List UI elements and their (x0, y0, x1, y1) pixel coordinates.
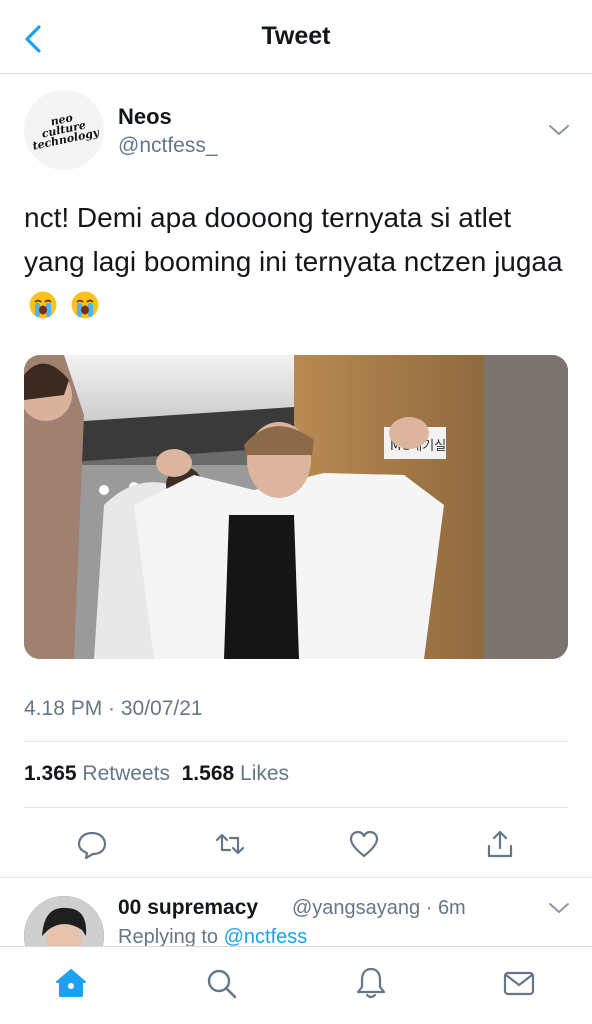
likes-stat[interactable]: 1.568 Likes (182, 762, 289, 785)
tweet-body: nct! Demi apa doooong ternyata si atlet … (24, 202, 563, 277)
likes-label: Likes (240, 762, 290, 785)
chevron-down-icon[interactable] (546, 120, 572, 140)
loudly-crying-face-icon (71, 291, 99, 319)
author-handle[interactable]: @nctfess_ (118, 134, 218, 158)
retweets-stat[interactable]: 1.365 Retweets (24, 762, 170, 785)
reply-author-name[interactable]: 00 supremacy (118, 896, 258, 920)
messages-icon[interactable] (501, 965, 537, 1001)
retweets-count: 1.365 (24, 762, 77, 785)
replying-prefix: Replying to (118, 926, 219, 948)
divider (24, 807, 568, 808)
bottom-tab-bar (0, 946, 592, 1024)
author-name[interactable]: Neos (118, 104, 172, 130)
divider (0, 877, 592, 878)
tweet-actions (24, 822, 568, 866)
loudly-crying-face-icon (29, 291, 57, 319)
retweets-label: Retweets (82, 762, 170, 785)
top-bar: Tweet (0, 0, 592, 74)
reply-icon[interactable] (76, 828, 108, 860)
divider (24, 741, 568, 742)
tweet-media-image[interactable]: MC대기실 (24, 355, 568, 659)
share-icon[interactable] (484, 828, 516, 860)
tweet-text: nct! Demi apa doooong ternyata si atlet … (24, 196, 564, 328)
chevron-down-icon[interactable] (546, 898, 572, 918)
likes-count: 1.568 (181, 762, 235, 785)
tweet-timestamp: 4.18 PM · 30/07/21 (24, 697, 203, 720)
tweet-stats: 1.365 Retweets 1.568 Likes (24, 762, 289, 786)
reply-handle-time: @yangsayang · 6m (292, 897, 466, 919)
page-title: Tweet (261, 22, 331, 50)
search-icon[interactable] (203, 965, 239, 1001)
home-icon[interactable] (53, 965, 89, 1001)
retweet-icon[interactable] (214, 828, 246, 860)
author-avatar[interactable]: neo culture technology (24, 90, 104, 170)
avatar-logo: neo culture technology (31, 111, 101, 153)
like-icon[interactable] (348, 828, 380, 860)
replying-to-link[interactable]: @nctfess (224, 926, 308, 948)
notifications-icon[interactable] (353, 965, 389, 1001)
